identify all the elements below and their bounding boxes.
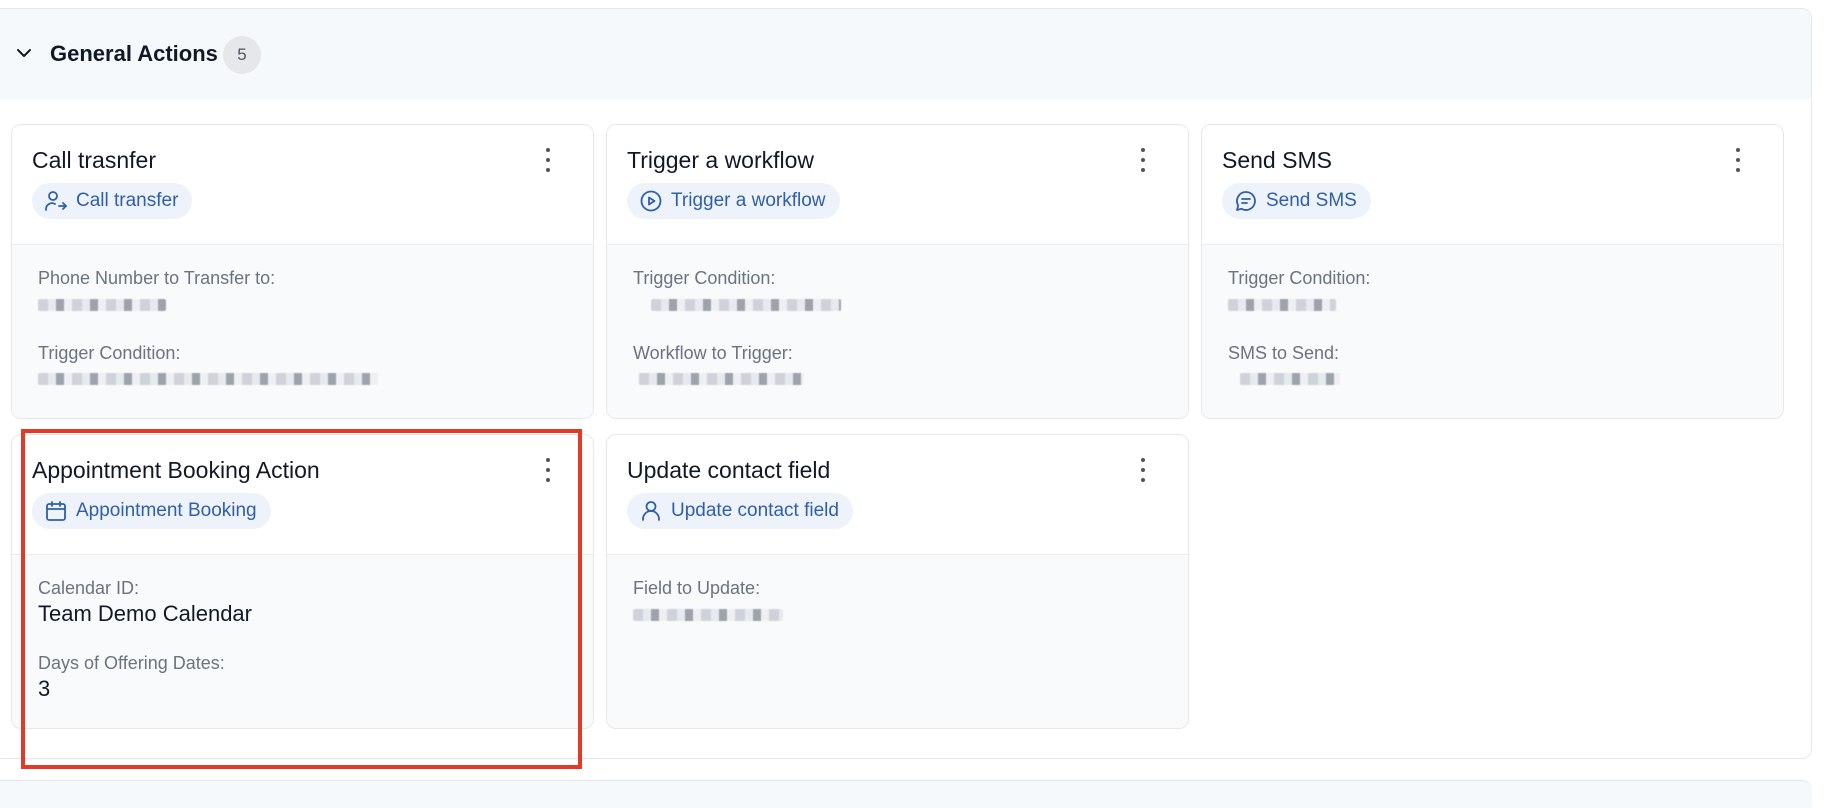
redacted-value [651,299,841,311]
section-title: General Actions [50,41,218,66]
tag-label: Appointment Booking [76,500,257,521]
more-options-icon[interactable] [543,145,553,175]
message-icon [1236,191,1256,211]
field-label: Trigger Condition: [633,268,776,288]
more-options-icon[interactable] [1138,455,1148,485]
redacted-value [38,299,166,311]
action-type-tag: Trigger a workflow [627,183,840,219]
count-badge: 5 [223,36,261,74]
redacted-value [1240,373,1340,385]
more-options-icon[interactable] [1138,145,1148,175]
card-title: Send SMS [1222,147,1332,173]
tag-label: Trigger a workflow [671,190,826,211]
more-options-icon[interactable] [1733,145,1743,175]
tag-label: Call transfer [76,190,179,211]
user-icon [642,501,660,521]
action-card-trigger-workflow[interactable]: Trigger a workflow Trigger a workflow Tr… [606,124,1189,419]
action-card-call-transfer[interactable]: Call trasnfer Call transfer Phone Number… [11,124,594,419]
user-transfer-icon [45,191,67,211]
field-label: Trigger Condition: [38,343,181,363]
field-label: Trigger Condition: [1228,268,1371,288]
section-header[interactable]: General Actions 5 [0,9,1811,99]
play-circle-icon [640,190,662,212]
action-type-tag: Call transfer [32,183,193,219]
next-section-header[interactable] [0,780,1812,808]
tag-label: Send SMS [1266,190,1357,211]
card-title: Trigger a workflow [627,147,815,173]
field-label: Phone Number to Transfer to: [38,268,276,288]
field-label: Field to Update: [633,578,761,598]
redacted-value [38,373,378,385]
field-label: Calendar ID: [38,578,140,598]
chevron-down-icon[interactable] [14,46,34,60]
field-label: Days of Offering Dates: [38,653,225,673]
field-label: SMS to Send: [1228,343,1340,363]
tag-label: Update contact field [671,500,839,521]
redacted-value [1228,299,1336,311]
card-title: Appointment Booking Action [32,457,320,483]
redacted-value [633,609,783,621]
field-label: Workflow to Trigger: [633,343,793,363]
action-type-tag: Update contact field [627,493,853,529]
field-value: Team Demo Calendar [38,601,252,626]
card-title: Update contact field [627,457,831,483]
action-type-tag: Appointment Booking [32,493,271,529]
calendar-icon [46,501,66,521]
action-card-update-contact-field[interactable]: Update contact field Update contact fiel… [606,434,1189,729]
redacted-value [639,373,804,385]
more-options-icon[interactable] [543,455,553,485]
action-type-tag: Send SMS [1222,183,1371,219]
field-value: 3 [38,676,51,701]
card-title: Call trasnfer [32,147,156,173]
action-card-appointment-booking[interactable]: Appointment Booking Action Appointment B… [11,434,594,729]
action-card-send-sms[interactable]: Send SMS Send SMS Trigger Condition: SMS… [1201,124,1784,419]
